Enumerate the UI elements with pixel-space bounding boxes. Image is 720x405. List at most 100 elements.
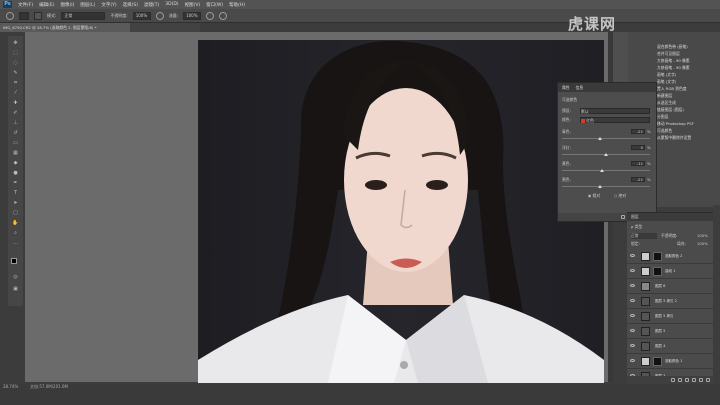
history-brush-icon[interactable]: ↺ bbox=[11, 130, 20, 136]
menu-3d[interactable]: 3D(D) bbox=[165, 2, 178, 7]
crop-tool-icon[interactable]: ⌗ bbox=[11, 80, 20, 86]
airbrush-icon[interactable] bbox=[206, 11, 215, 20]
mode-dropdown[interactable]: 正常 bbox=[61, 11, 106, 20]
menu-type[interactable]: 文字(Y) bbox=[101, 2, 116, 8]
eye-icon[interactable] bbox=[630, 269, 635, 272]
black-slider[interactable] bbox=[562, 185, 650, 188]
history-item[interactable]: 分图层 bbox=[657, 114, 668, 120]
layer-mask-thumbnail[interactable] bbox=[653, 252, 662, 261]
path-select-icon[interactable]: ➤ bbox=[11, 200, 20, 206]
layer-style-icon[interactable] bbox=[678, 378, 682, 382]
hand-tool-icon[interactable]: ✋ bbox=[11, 220, 20, 226]
menu-file[interactable]: 文件(F) bbox=[18, 2, 33, 8]
lasso-tool-icon[interactable]: ◌ bbox=[11, 60, 20, 66]
portrait-photo[interactable] bbox=[198, 40, 604, 383]
menu-edit[interactable]: 编辑(E) bbox=[39, 2, 54, 8]
history-item[interactable]: 从选区生成 bbox=[657, 100, 676, 106]
history-item[interactable]: 大修画笔 - 90 像素 bbox=[657, 65, 690, 71]
eyedropper-tool-icon[interactable]: ⁄ bbox=[11, 90, 20, 96]
magenta-value[interactable]: 0 bbox=[631, 145, 645, 150]
yellow-value[interactable]: -11 bbox=[631, 161, 645, 166]
brush-size-picker[interactable] bbox=[19, 11, 29, 20]
zoom-level[interactable]: 28.74% bbox=[3, 384, 18, 389]
eraser-tool-icon[interactable]: ▭ bbox=[11, 140, 20, 146]
colors-dropdown[interactable]: 红色 bbox=[580, 117, 650, 123]
brush-tool-icon[interactable]: ✐ bbox=[11, 110, 20, 116]
healing-brush-icon[interactable]: ✚ bbox=[11, 100, 20, 106]
foreground-color-swatch[interactable] bbox=[11, 258, 17, 264]
menu-view[interactable]: 视图(V) bbox=[185, 2, 201, 8]
layer-kind-filter[interactable]: ρ 类型 bbox=[631, 224, 642, 230]
menu-window[interactable]: 窗口(W) bbox=[206, 2, 223, 8]
preset-dropdown[interactable]: 默认 bbox=[580, 108, 650, 114]
black-slider-knob[interactable] bbox=[597, 185, 602, 188]
brush-panel-icon[interactable] bbox=[34, 11, 42, 20]
cyan-value[interactable]: -21 bbox=[631, 129, 645, 134]
absolute-radio[interactable]: ○ 绝对 bbox=[614, 193, 626, 199]
fill-value[interactable]: 100% bbox=[697, 241, 708, 246]
eye-icon[interactable] bbox=[630, 314, 635, 317]
black-value[interactable]: -21 bbox=[631, 177, 645, 182]
menu-filter[interactable]: 滤镜(T) bbox=[144, 2, 159, 8]
type-tool-icon[interactable]: T bbox=[11, 190, 20, 196]
history-item[interactable]: 画笔 (文字) bbox=[657, 72, 676, 78]
opacity-input[interactable]: 100% bbox=[132, 11, 151, 20]
pressure-size-icon[interactable] bbox=[219, 11, 228, 20]
eye-icon[interactable] bbox=[630, 299, 635, 302]
layer-row[interactable]: 选取颜色 2 bbox=[627, 249, 720, 264]
history-item[interactable]: 移动 Photoshop PSF bbox=[657, 121, 694, 127]
magenta-slider[interactable] bbox=[562, 153, 650, 156]
eye-icon[interactable] bbox=[630, 284, 635, 287]
eye-icon[interactable] bbox=[630, 254, 635, 257]
history-item[interactable]: 画笔 (文字) bbox=[657, 79, 676, 85]
layer-row[interactable]: 曲线 1 bbox=[627, 264, 720, 279]
shape-tool-icon[interactable]: ▢ bbox=[11, 210, 20, 216]
history-item[interactable]: 置入 RGB 到色度 bbox=[657, 86, 687, 92]
eye-icon[interactable] bbox=[630, 359, 635, 362]
layer-mask-thumbnail[interactable] bbox=[653, 357, 662, 366]
gradient-tool-icon[interactable]: ▦ bbox=[11, 150, 20, 156]
layer-row[interactable]: 选取颜色 1 bbox=[627, 354, 720, 369]
new-layer-icon[interactable] bbox=[706, 378, 710, 382]
layer-row[interactable]: 图层 5 拷贝 bbox=[627, 309, 720, 324]
layer-opacity-value[interactable]: 100% bbox=[697, 233, 708, 238]
blur-tool-icon[interactable]: ◆ bbox=[11, 160, 20, 166]
document-info[interactable]: 文档:57.0M/201.6M bbox=[30, 384, 68, 390]
tab-info[interactable]: 信息 bbox=[576, 85, 584, 91]
layer-row[interactable]: 图层 4 bbox=[627, 339, 720, 354]
menu-image[interactable]: 图像(I) bbox=[60, 2, 74, 8]
zoom-tool-icon[interactable]: ⌕ bbox=[11, 230, 20, 236]
menu-select[interactable]: 选择(S) bbox=[123, 2, 138, 8]
menu-layer[interactable]: 图层(L) bbox=[80, 2, 95, 8]
layer-row[interactable]: 图层 6 bbox=[627, 279, 720, 294]
adjustment-layer-icon[interactable] bbox=[692, 378, 696, 382]
layers-title[interactable]: 图层 bbox=[631, 214, 639, 220]
layer-mask-thumbnail[interactable] bbox=[653, 267, 662, 276]
layer-row[interactable]: 图层 5 拷贝 2 bbox=[627, 294, 720, 309]
menu-help[interactable]: 帮助(H) bbox=[229, 2, 245, 8]
layer-row[interactable]: 图层 5 bbox=[627, 324, 720, 339]
brush-tool-icon[interactable] bbox=[6, 11, 14, 20]
add-mask-icon[interactable] bbox=[685, 378, 689, 382]
relative-radio[interactable]: ◉ 相对 bbox=[588, 193, 600, 199]
eye-icon[interactable] bbox=[630, 329, 635, 332]
blend-mode-dropdown[interactable]: 正常 bbox=[631, 233, 657, 239]
history-item[interactable]: 可选颜色 bbox=[657, 128, 672, 134]
tab-properties[interactable]: 属性 bbox=[562, 85, 570, 91]
history-item[interactable]: 混合颜色带 (画笔) bbox=[657, 44, 688, 50]
history-item[interactable]: 合并可见图层 bbox=[657, 51, 680, 57]
magenta-slider-knob[interactable] bbox=[604, 153, 608, 156]
history-item[interactable]: 新建图层 bbox=[657, 93, 672, 99]
history-item[interactable]: 大修画笔 - 90 像素 bbox=[657, 58, 690, 64]
history-item[interactable]: 从蒙版中删除并设置 bbox=[657, 135, 691, 141]
marquee-tool-icon[interactable]: ⬚ bbox=[11, 50, 20, 56]
dodge-tool-icon[interactable]: ● bbox=[11, 170, 20, 176]
document-tab[interactable]: IMG_6750.CR2 @ 28.7% (选取颜色 2, 图层蒙版/8) * bbox=[0, 23, 130, 32]
eye-icon[interactable] bbox=[630, 344, 635, 347]
cyan-slider[interactable] bbox=[562, 137, 650, 140]
new-group-icon[interactable] bbox=[699, 378, 703, 382]
clone-stamp-icon[interactable]: ⊥ bbox=[11, 120, 20, 126]
quick-mask-icon[interactable]: ◎ bbox=[11, 274, 20, 280]
quick-select-tool-icon[interactable]: ✎ bbox=[11, 70, 20, 76]
pressure-opacity-icon[interactable] bbox=[155, 11, 164, 20]
